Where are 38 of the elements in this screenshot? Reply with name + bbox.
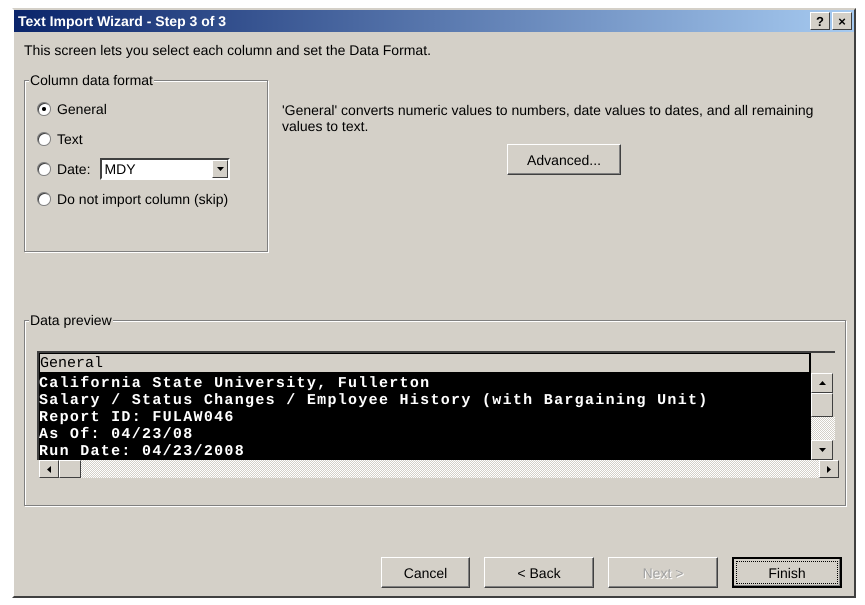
group-label: Column data format (29, 72, 154, 88)
preview-row-text: Run Date: 04/23/2008 (39, 443, 246, 460)
column-header[interactable]: General (39, 353, 811, 373)
radio-option[interactable]: Date: (37, 161, 90, 177)
radio-button[interactable] (37, 162, 51, 176)
radio-option[interactable]: Text (37, 131, 83, 147)
radio-option[interactable]: Do not import column (skip) (37, 191, 228, 207)
right-arrow-icon (827, 466, 831, 472)
left-arrow-icon (47, 466, 51, 472)
radio-button[interactable] (37, 192, 51, 206)
vertical-scrollbar[interactable] (811, 353, 835, 460)
scroll-thumb[interactable] (811, 393, 833, 417)
advanced-button[interactable]: Advanced... (507, 144, 621, 175)
window-title: Text Import Wizard - Step 3 of 3 (18, 13, 226, 29)
preview-row-text: Report ID: FULAW046 (39, 409, 236, 426)
radio-button[interactable] (37, 102, 51, 116)
intro-text: This screen lets you select each column and set the Data Format. (24, 42, 432, 58)
scroll-thumb[interactable] (59, 460, 81, 478)
preview-row-text: As Of: 04/23/08 (39, 426, 195, 443)
close-button[interactable]: × (832, 12, 852, 30)
scroll-arrow-button[interactable] (39, 460, 59, 478)
preview-row-text: California State University, Fullerton (39, 375, 432, 392)
scroll-arrow-button[interactable] (819, 460, 839, 478)
group-label: Data preview (29, 312, 113, 328)
wizard-button[interactable]: Cancel (381, 557, 470, 588)
radio-option[interactable]: General (37, 101, 107, 117)
scroll-track[interactable] (811, 417, 835, 440)
description-text: 'General' converts numeric values to numbers, date values to dates, and all remaining values to text. (282, 102, 814, 134)
wizard-button[interactable]: Finish (732, 557, 842, 588)
wizard-button[interactable]: < Back (484, 557, 594, 588)
up-arrow-icon (818, 381, 826, 385)
radio-button[interactable] (37, 132, 51, 146)
date-format-dropdown[interactable]: MDY (100, 158, 230, 180)
preview-row-text: Salary / Status Changes / Employee History (with Bargaining Unit) (39, 392, 710, 409)
help-button[interactable]: ? (810, 12, 830, 30)
scroll-arrow-button[interactable] (811, 440, 833, 460)
scroll-arrow-button[interactable] (811, 373, 833, 393)
down-arrow-icon (818, 448, 826, 452)
